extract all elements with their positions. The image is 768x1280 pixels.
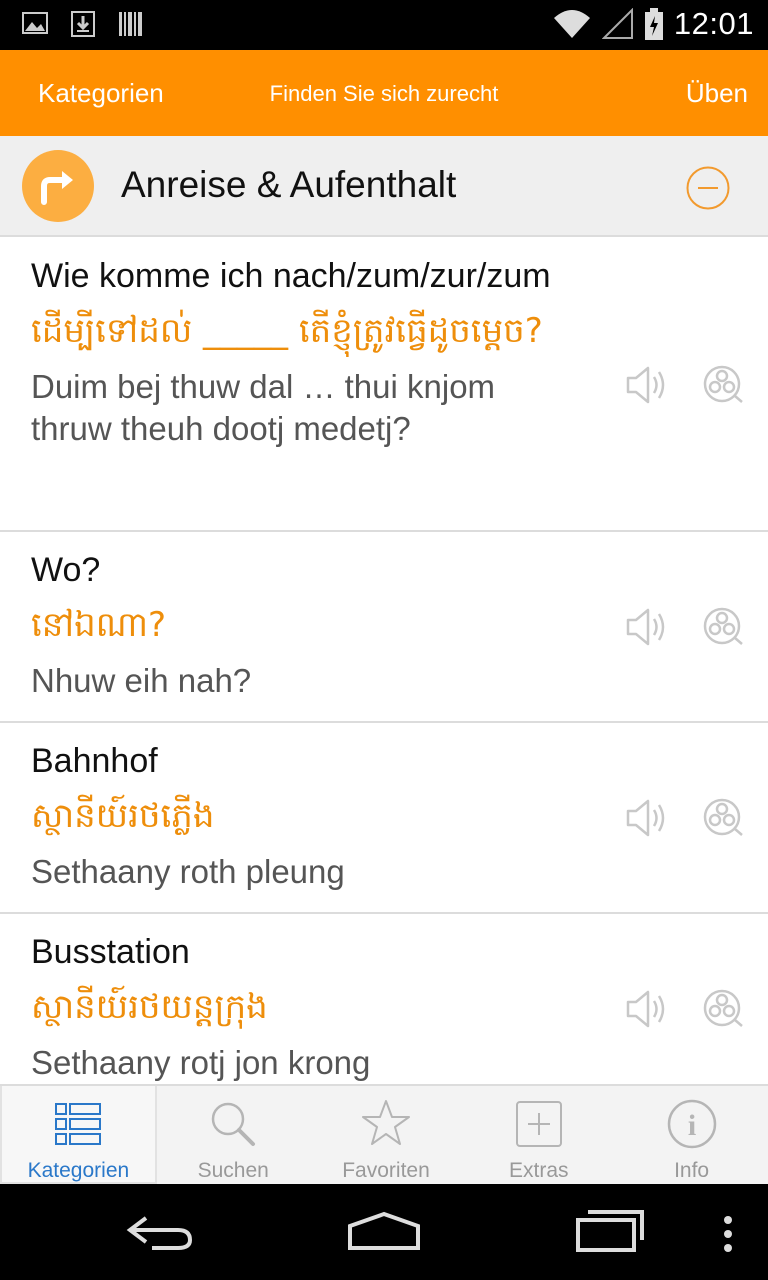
signal-icon <box>601 8 633 39</box>
record-reel-icon[interactable] <box>700 986 746 1032</box>
action-bar-title: Finden Sie sich zurecht <box>269 81 499 106</box>
battery-icon <box>644 8 663 40</box>
home-icon[interactable] <box>344 1206 424 1258</box>
collapse-icon[interactable] <box>686 166 730 210</box>
transliteration: Sethaany roth pleung <box>31 853 345 890</box>
plus-box-icon <box>515 1101 562 1147</box>
speaker-icon[interactable] <box>624 604 670 650</box>
khmer-phrase: ដើម្បីទៅដល់ _____ តើខ្ញុំត្រូវធ្វើដូចម្ដ… <box>31 311 543 351</box>
record-reel-icon[interactable] <box>700 362 746 408</box>
german-phrase: Bahnhof <box>31 742 158 780</box>
tab-kategorien[interactable]: Kategorien <box>0 1086 157 1184</box>
system-nav-bar <box>0 1184 768 1280</box>
german-phrase: Busstation <box>31 933 190 971</box>
tab-label: Info <box>674 1159 710 1182</box>
transliteration: Duim bej thuw dal … thui knjom thruw the… <box>31 368 496 447</box>
phrase-item[interactable]: Busstation ស្ថានីយ៍រថយន្តក្រុង Sethaany … <box>0 914 768 1084</box>
german-phrase: Wie komme ich nach/zum/zur/zum <box>31 257 551 295</box>
bottom-tab-bar: Kategorien Suchen Favoriten Extras i Inf… <box>0 1084 768 1184</box>
status-clock: 12:01 <box>673 6 754 41</box>
practice-action[interactable]: Üben <box>686 78 748 109</box>
svg-text:i: i <box>687 1109 695 1142</box>
khmer-phrase: នៅឯណា? <box>31 605 167 645</box>
transliteration: Nhuw eih nah? <box>31 662 252 699</box>
list-icon <box>55 1103 102 1145</box>
tab-favoriten[interactable]: Favoriten <box>310 1086 463 1184</box>
download-notification-icon <box>70 10 96 38</box>
recent-apps-icon[interactable] <box>574 1206 646 1258</box>
tab-info[interactable]: i Info <box>615 1086 768 1184</box>
german-phrase: Wo? <box>31 551 101 589</box>
tab-label: Suchen <box>197 1159 269 1182</box>
wifi-icon <box>553 10 590 38</box>
tab-label: Extras <box>509 1159 569 1182</box>
khmer-phrase: ស្ថានីយ៍រថភ្លើង <box>31 796 215 836</box>
phrase-item[interactable]: Wie komme ich nach/zum/zur/zum ដើម្បីទៅដ… <box>0 238 768 532</box>
tab-extras[interactable]: Extras <box>462 1086 615 1184</box>
overflow-menu-icon[interactable] <box>720 1206 736 1258</box>
star-icon <box>361 1100 410 1145</box>
speaker-icon[interactable] <box>624 986 670 1032</box>
phrase-item[interactable]: Bahnhof ស្ថានីយ៍រថភ្លើង Sethaany roth pl… <box>0 723 768 914</box>
arrival-stay-icon <box>22 150 94 222</box>
tab-label: Kategorien <box>27 1159 130 1182</box>
search-icon <box>211 1102 256 1146</box>
speaker-icon[interactable] <box>624 795 670 841</box>
category-title: Anreise & Aufenthalt <box>121 164 457 205</box>
speaker-icon[interactable] <box>624 362 670 408</box>
khmer-phrase: ស្ថានីយ៍រថយន្តក្រុង <box>31 987 268 1027</box>
gallery-notification-icon <box>22 10 48 38</box>
tab-label: Favoriten <box>342 1159 430 1182</box>
record-reel-icon[interactable] <box>700 795 746 841</box>
barcode-notification-icon <box>118 10 144 38</box>
status-bar: 12:01 <box>0 0 768 50</box>
phrase-item[interactable]: Wo? នៅឯណា? Nhuw eih nah? <box>0 532 768 723</box>
phrase-list[interactable]: Wie komme ich nach/zum/zur/zum ដើម្បីទៅដ… <box>0 238 768 1084</box>
category-header[interactable]: Anreise & Aufenthalt <box>0 136 768 237</box>
back-icon[interactable] <box>122 1206 196 1258</box>
transliteration: Sethaany rotj jon krong <box>31 1044 371 1081</box>
info-icon: i <box>667 1099 716 1149</box>
action-bar: Kategorien Finden Sie sich zurecht Üben <box>0 50 768 136</box>
tab-suchen[interactable]: Suchen <box>157 1086 310 1184</box>
record-reel-icon[interactable] <box>700 604 746 650</box>
